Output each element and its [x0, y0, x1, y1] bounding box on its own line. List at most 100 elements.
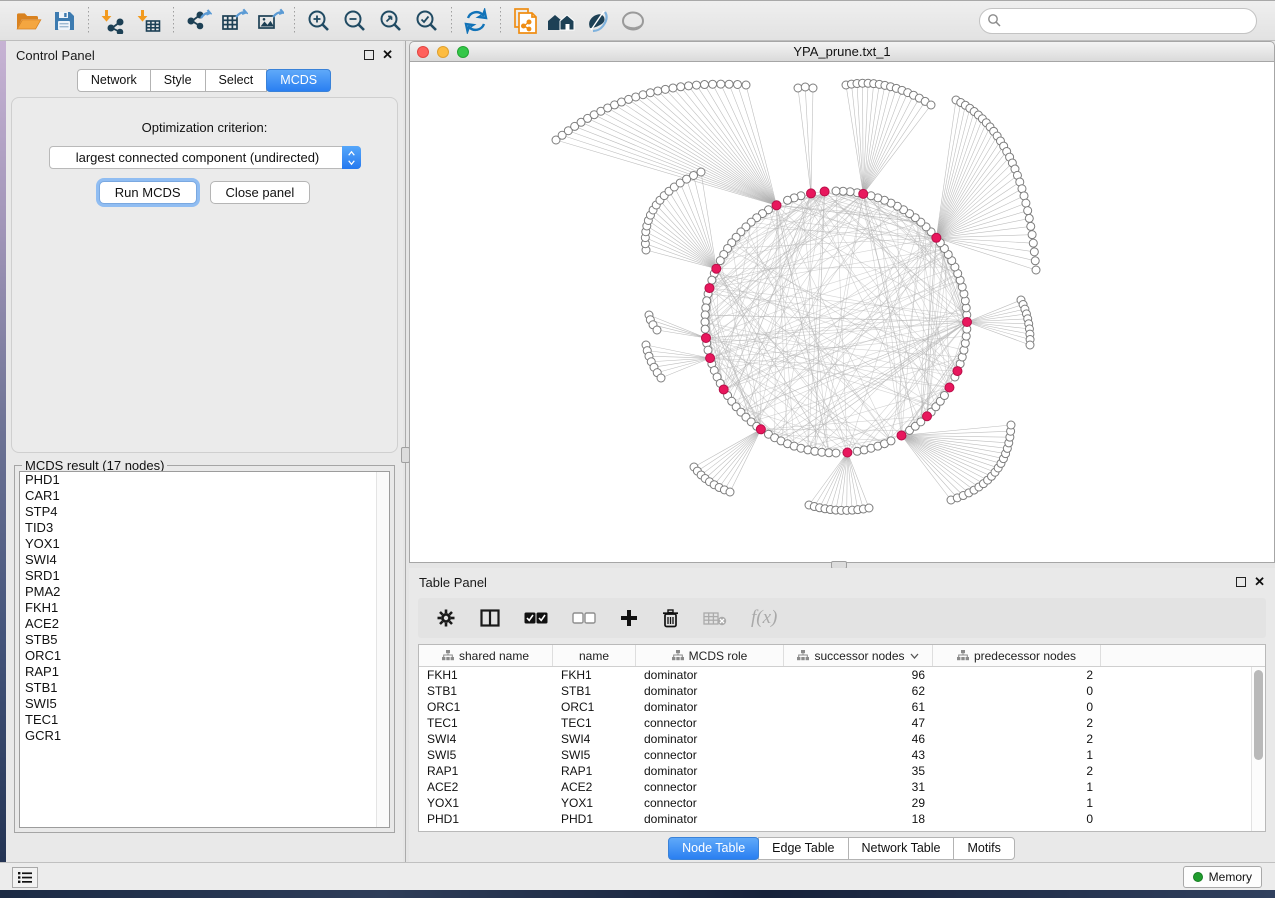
mcds-node[interactable]: [897, 431, 906, 440]
zoom-selected-button[interactable]: [409, 4, 445, 38]
memory-button[interactable]: Memory: [1183, 866, 1262, 888]
cell-name[interactable]: TEC1: [553, 715, 636, 731]
cell-predecessor-nodes[interactable]: 2: [933, 731, 1101, 747]
cell-shared-name[interactable]: ACE2: [419, 779, 553, 795]
network-node[interactable]: [677, 83, 685, 91]
network-node[interactable]: [1024, 207, 1032, 215]
network-window-titlebar[interactable]: YPA_prune.txt_1: [409, 41, 1275, 62]
float-panel-icon[interactable]: [1236, 577, 1246, 587]
network-node[interactable]: [697, 168, 705, 176]
cell-predecessor-nodes[interactable]: 2: [933, 715, 1101, 731]
network-node[interactable]: [832, 449, 840, 457]
mcds-node[interactable]: [859, 189, 868, 198]
mcds-node[interactable]: [712, 264, 721, 273]
criterion-select[interactable]: largest connected component (undirected): [49, 146, 361, 169]
tab-network[interactable]: Network: [77, 69, 151, 92]
tab-style[interactable]: Style: [150, 69, 206, 92]
run-mcds-button[interactable]: Run MCDS: [99, 181, 197, 204]
table-row[interactable]: PHD1PHD1dominator180: [419, 811, 1265, 827]
cell-successor-nodes[interactable]: 61: [784, 699, 933, 715]
cell-predecessor-nodes[interactable]: 0: [933, 683, 1101, 699]
open-session-button[interactable]: [10, 4, 46, 38]
mcds-node[interactable]: [820, 187, 829, 196]
network-node[interactable]: [690, 171, 698, 179]
network-node[interactable]: [1029, 239, 1037, 247]
mcds-result-item[interactable]: TID3: [20, 520, 389, 536]
network-node[interactable]: [1030, 248, 1038, 256]
network-node[interactable]: [726, 488, 734, 496]
zoom-in-button[interactable]: [301, 4, 337, 38]
mcds-node[interactable]: [705, 284, 714, 293]
network-node[interactable]: [887, 437, 895, 445]
cell-mcds-role[interactable]: dominator: [636, 699, 784, 715]
mcds-result-item[interactable]: YOX1: [20, 536, 389, 552]
close-panel-button[interactable]: Close panel: [210, 181, 311, 204]
cell-name[interactable]: YOX1: [553, 795, 636, 811]
network-node[interactable]: [725, 80, 733, 88]
cell-name[interactable]: PHD1: [553, 811, 636, 827]
cell-predecessor-nodes[interactable]: 1: [933, 747, 1101, 763]
network-node[interactable]: [1025, 214, 1033, 222]
network-node[interactable]: [1020, 192, 1028, 200]
refresh-layout-button[interactable]: [458, 4, 494, 38]
column-header-shared-name[interactable]: shared name: [419, 645, 553, 666]
tab-mcds[interactable]: MCDS: [266, 69, 331, 92]
cell-successor-nodes[interactable]: 29: [784, 795, 933, 811]
mcds-result-item[interactable]: ACE2: [20, 616, 389, 632]
network-node[interactable]: [717, 80, 725, 88]
network-node[interactable]: [669, 84, 677, 92]
cell-mcds-role[interactable]: connector: [636, 779, 784, 795]
network-node[interactable]: [657, 374, 665, 382]
mcds-node[interactable]: [953, 367, 962, 376]
column-header-mcds-role[interactable]: MCDS role: [636, 645, 784, 666]
network-node[interactable]: [927, 101, 935, 109]
export-network-button[interactable]: [180, 4, 216, 38]
save-session-button[interactable]: [46, 4, 82, 38]
cell-mcds-role[interactable]: connector: [636, 747, 784, 763]
cell-name[interactable]: RAP1: [553, 763, 636, 779]
cell-shared-name[interactable]: SWI4: [419, 731, 553, 747]
tab-network-table[interactable]: Network Table: [848, 837, 955, 860]
network-node[interactable]: [1026, 341, 1034, 349]
cell-predecessor-nodes[interactable]: 2: [933, 667, 1101, 683]
cell-predecessor-nodes[interactable]: 2: [933, 763, 1101, 779]
network-node[interactable]: [1031, 257, 1039, 265]
network-node[interactable]: [1007, 421, 1015, 429]
search-input[interactable]: [979, 8, 1257, 34]
network-canvas[interactable]: [410, 62, 1274, 562]
cell-mcds-role[interactable]: connector: [636, 795, 784, 811]
import-table-button[interactable]: [131, 4, 167, 38]
cell-predecessor-nodes[interactable]: 0: [933, 699, 1101, 715]
network-node[interactable]: [784, 196, 792, 204]
mcds-result-item[interactable]: GCR1: [20, 728, 389, 744]
mcds-list-scrollbar[interactable]: [376, 472, 389, 827]
cell-mcds-role[interactable]: dominator: [636, 667, 784, 683]
cell-successor-nodes[interactable]: 43: [784, 747, 933, 763]
network-node[interactable]: [1028, 231, 1036, 239]
mcds-result-item[interactable]: STB5: [20, 632, 389, 648]
cell-successor-nodes[interactable]: 46: [784, 731, 933, 747]
network-node[interactable]: [709, 80, 717, 88]
mcds-node[interactable]: [963, 318, 972, 327]
cell-name[interactable]: ORC1: [553, 699, 636, 715]
hide-details-button[interactable]: [579, 4, 615, 38]
cell-mcds-role[interactable]: dominator: [636, 683, 784, 699]
export-table-button[interactable]: [216, 4, 252, 38]
cell-shared-name[interactable]: SWI5: [419, 747, 553, 763]
mcds-node[interactable]: [945, 383, 954, 392]
cell-shared-name[interactable]: ORC1: [419, 699, 553, 715]
network-node[interactable]: [716, 257, 724, 265]
task-history-button[interactable]: [12, 867, 38, 888]
network-node[interactable]: [646, 89, 654, 97]
deselect-all-button[interactable]: [572, 612, 596, 624]
cell-name[interactable]: FKH1: [553, 667, 636, 683]
network-node[interactable]: [867, 192, 875, 200]
network-node[interactable]: [701, 325, 709, 333]
cell-successor-nodes[interactable]: 62: [784, 683, 933, 699]
cell-mcds-role[interactable]: dominator: [636, 811, 784, 827]
mcds-result-item[interactable]: TEC1: [20, 712, 389, 728]
network-node[interactable]: [734, 80, 742, 88]
tab-edge-table[interactable]: Edge Table: [758, 837, 848, 860]
table-row[interactable]: ACE2ACE2connector311: [419, 779, 1265, 795]
cell-name[interactable]: ACE2: [553, 779, 636, 795]
